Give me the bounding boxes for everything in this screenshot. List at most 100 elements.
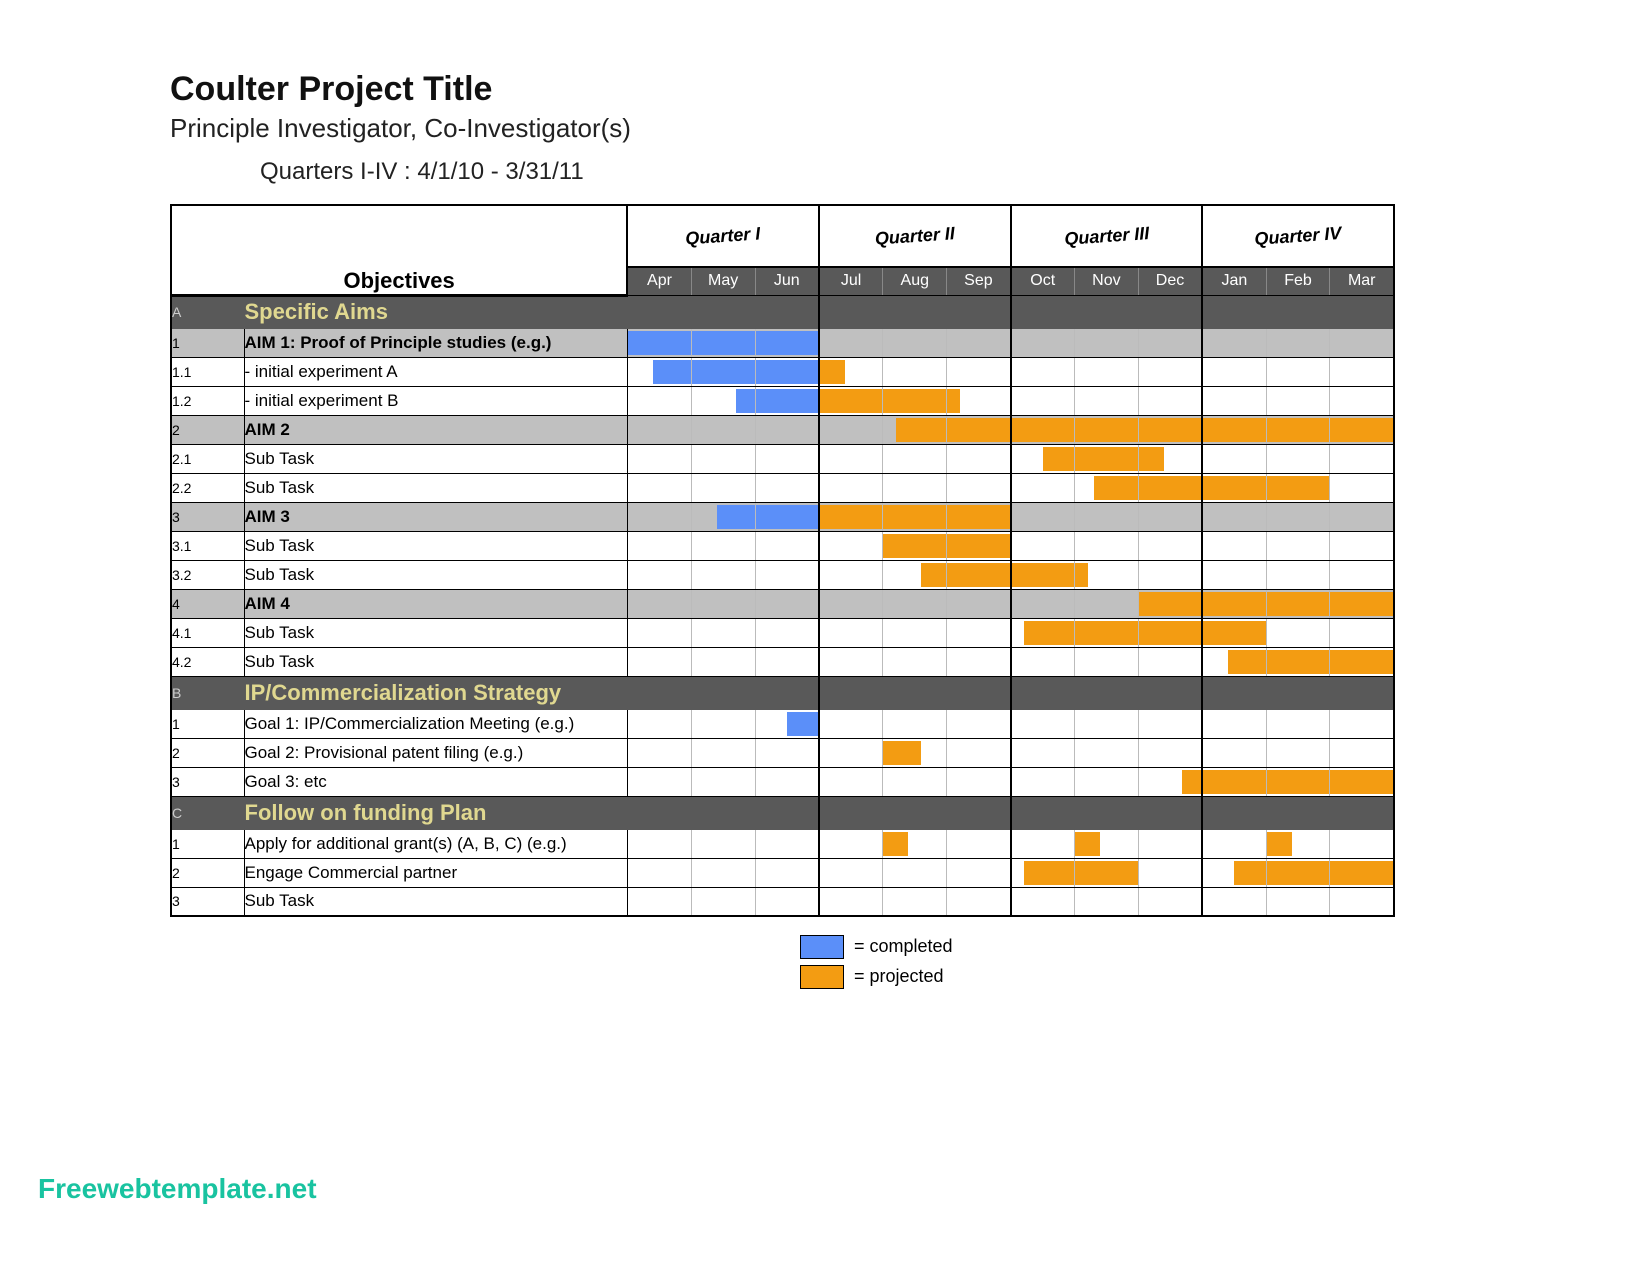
gantt-cell: [1202, 738, 1266, 767]
gantt-bar-completed: [756, 505, 818, 529]
gantt-cell: [1074, 444, 1138, 473]
gantt-cell: [691, 738, 755, 767]
gantt-bar-projected: [1330, 770, 1393, 794]
gantt-cell: [1330, 709, 1394, 738]
row-name: - initial experiment A: [244, 357, 627, 386]
gantt-cell: [1011, 473, 1075, 502]
gantt-cell: [691, 887, 755, 916]
row-id: 1: [171, 709, 244, 738]
gantt-cell: [1266, 767, 1330, 796]
gantt-cell: [947, 560, 1011, 589]
gantt-bar-projected: [883, 389, 946, 413]
legend-label-completed: = completed: [854, 936, 953, 956]
gantt-bar-projected: [1139, 621, 1201, 645]
gantt-cell: [691, 295, 755, 328]
gantt-cell: [1011, 738, 1075, 767]
gantt-bar-projected: [1203, 418, 1265, 442]
row-id: 4.1: [171, 618, 244, 647]
gantt-bar-completed: [653, 360, 691, 384]
gantt-bar-projected: [1024, 621, 1074, 645]
gantt-cell: [883, 858, 947, 887]
gantt-cell: [1330, 887, 1394, 916]
gantt-bar-completed: [717, 505, 755, 529]
gantt-cell: [819, 676, 883, 709]
gantt-cell: [1074, 676, 1138, 709]
gantt-cell: [1138, 858, 1202, 887]
gantt-cell: [1011, 709, 1075, 738]
gantt-cell: [1330, 767, 1394, 796]
gantt-cell: [627, 796, 691, 829]
gantt-bar-projected: [1203, 476, 1265, 500]
gantt-bar-projected: [1228, 650, 1265, 674]
gantt-bar-projected: [820, 505, 882, 529]
gantt-cell: [691, 709, 755, 738]
gantt-cell: [947, 676, 1011, 709]
gantt-cell: [1330, 473, 1394, 502]
gantt-bar-projected: [1267, 592, 1330, 616]
gantt-cell: [1330, 738, 1394, 767]
gantt-cell: [755, 618, 819, 647]
gantt-cell: [1138, 647, 1202, 676]
gantt-cell: [627, 829, 691, 858]
gantt-bar-projected: [1012, 563, 1074, 587]
gantt-cell: [627, 767, 691, 796]
gantt-cell: [1202, 796, 1266, 829]
gantt-bar-projected: [1043, 447, 1074, 471]
gantt-cell: [883, 647, 947, 676]
gantt-cell: [947, 531, 1011, 560]
gantt-cell: [1330, 295, 1394, 328]
month-header: Nov: [1074, 267, 1138, 295]
gantt-cell: [1138, 386, 1202, 415]
gantt-cell: [947, 796, 1011, 829]
gantt-cell: [819, 473, 883, 502]
quarter-header: Quarter IV: [1200, 198, 1396, 273]
gantt-bar-projected: [921, 563, 946, 587]
gantt-cell: [1202, 589, 1266, 618]
gantt-cell: [755, 676, 819, 709]
gantt-cell: [1202, 502, 1266, 531]
gantt-cell: [819, 386, 883, 415]
gantt-cell: [627, 386, 691, 415]
row-id: 2.1: [171, 444, 244, 473]
gantt-cell: [1011, 829, 1075, 858]
month-header: Feb: [1266, 267, 1330, 295]
gantt-bar-projected: [883, 534, 946, 558]
gantt-cell: [1074, 328, 1138, 357]
gantt-cell: [947, 444, 1011, 473]
gantt-cell: [1138, 560, 1202, 589]
gantt-bar-projected: [1267, 861, 1330, 885]
gantt-cell: [1330, 502, 1394, 531]
gantt-cell: [1074, 502, 1138, 531]
gantt-cell: [883, 829, 947, 858]
row-name: - initial experiment B: [244, 386, 627, 415]
gantt-bar-projected: [1075, 861, 1138, 885]
gantt-cell: [627, 858, 691, 887]
row-id: 1.1: [171, 357, 244, 386]
gantt-cell: [1074, 796, 1138, 829]
gantt-cell: [755, 738, 819, 767]
gantt-cell: [1074, 647, 1138, 676]
row-id: 2: [171, 415, 244, 444]
gantt-cell: [1202, 647, 1266, 676]
gantt-cell: [1330, 415, 1394, 444]
gantt-cell: [691, 386, 755, 415]
gantt-cell: [1011, 328, 1075, 357]
gantt-cell: [627, 415, 691, 444]
row-name: AIM 1: Proof of Principle studies (e.g.): [244, 328, 627, 357]
legend-label-projected: = projected: [854, 966, 944, 986]
gantt-cell: [947, 386, 1011, 415]
gantt-cell: [627, 618, 691, 647]
gantt-bar-projected: [1075, 447, 1138, 471]
gantt-cell: [1138, 796, 1202, 829]
gantt-cell: [691, 676, 755, 709]
gantt-cell: [947, 415, 1011, 444]
gantt-cell: [819, 618, 883, 647]
gantt-cell: [627, 738, 691, 767]
gantt-cell: [947, 767, 1011, 796]
gantt-bar-projected: [1234, 861, 1265, 885]
row-id: 1: [171, 328, 244, 357]
gantt-cell: [755, 386, 819, 415]
gantt-cell: [1011, 386, 1075, 415]
gantt-bar-projected: [1024, 861, 1074, 885]
gantt-cell: [1202, 560, 1266, 589]
